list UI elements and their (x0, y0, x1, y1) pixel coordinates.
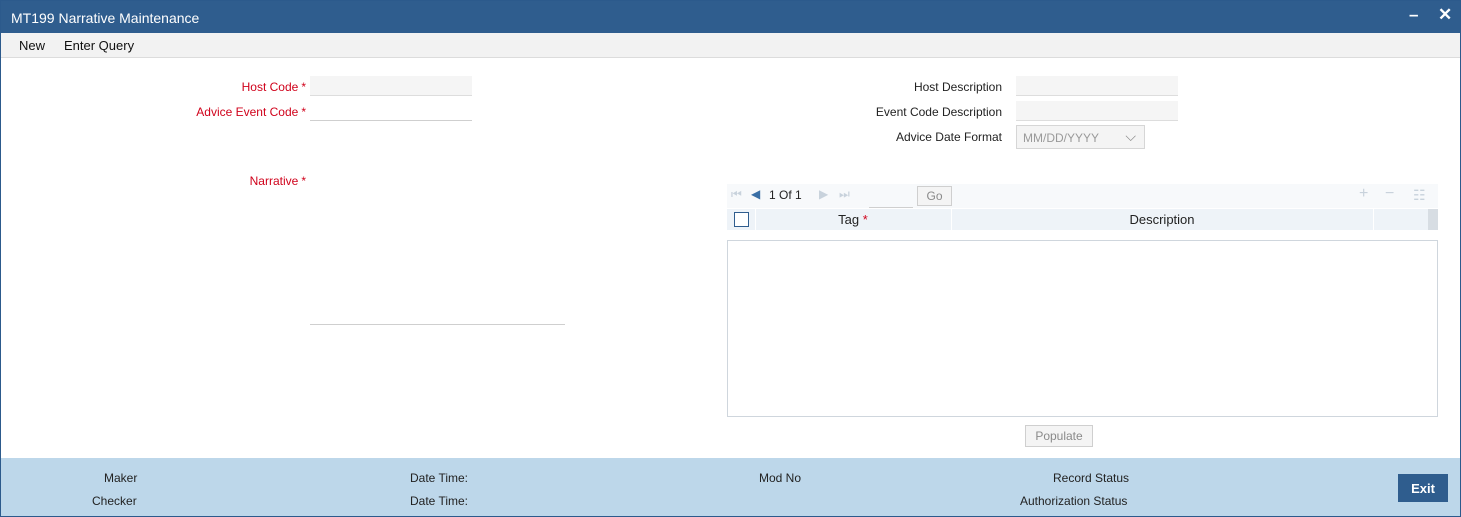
record-status-label: Record Status (1053, 471, 1130, 485)
narrative-textarea[interactable] (310, 174, 565, 325)
minimize-icon[interactable]: – (1409, 5, 1418, 25)
event-code-description-field[interactable] (1016, 101, 1178, 121)
title-bar: MT199 Narrative Maintenance – ✕ (1, 1, 1460, 33)
enter-query-menu-item[interactable]: Enter Query (64, 38, 134, 53)
advice-date-format-label: Advice Date Format (895, 130, 1002, 144)
mod-no-label: Mod No (759, 471, 802, 485)
window-title: MT199 Narrative Maintenance (11, 10, 200, 26)
event-code-description-label: Event Code Description (875, 105, 1002, 119)
authorization-status-label: Authorization Status (1020, 494, 1128, 508)
chevron-down-icon: ⌵ (1125, 128, 1136, 144)
grid-toolbar: ⏮ ◀ 1 Of 1 ▶ ⏭ Go + − ☷ (727, 184, 1438, 208)
close-icon[interactable]: ✕ (1438, 5, 1452, 25)
go-button[interactable]: Go (917, 186, 952, 206)
grid-body (727, 240, 1438, 417)
host-description-field[interactable] (1016, 76, 1178, 96)
next-page-icon[interactable]: ▶ (819, 187, 828, 201)
advice-event-code-field[interactable] (310, 101, 472, 121)
first-page-icon[interactable]: ⏮ (731, 187, 742, 202)
pager-text: 1 Of 1 (769, 188, 802, 202)
host-code-label: Host Code * (241, 80, 306, 94)
checker-label: Checker (92, 494, 137, 508)
single-view-icon[interactable]: ☷ (1413, 187, 1426, 204)
tag-grid: ⏮ ◀ 1 Of 1 ▶ ⏭ Go + − ☷ Tag * Descriptio… (727, 184, 1438, 417)
add-row-icon[interactable]: + (1359, 185, 1368, 203)
previous-page-icon[interactable]: ◀ (751, 187, 760, 201)
maker-date-time-label: Date Time: (410, 471, 469, 485)
host-code-field[interactable] (310, 76, 472, 96)
populate-button[interactable]: Populate (1025, 425, 1093, 447)
tag-column-header: Tag * (838, 212, 868, 227)
column-divider (1373, 209, 1374, 230)
new-menu-item[interactable]: New (19, 38, 45, 53)
host-description-label: Host Description (913, 80, 1002, 94)
window: MT199 Narrative Maintenance – ✕ New Ente… (0, 0, 1461, 517)
menu-bar: New Enter Query (1, 33, 1460, 58)
select-all-checkbox[interactable] (734, 212, 749, 227)
grid-header: Tag * Description (727, 209, 1438, 230)
description-column-header: Description (1129, 212, 1195, 227)
exit-button[interactable]: Exit (1398, 474, 1448, 502)
narrative-label: Narrative * (249, 174, 306, 188)
grid-scrollbar[interactable] (1428, 209, 1438, 230)
checker-date-time-label: Date Time: (410, 494, 469, 508)
audit-footer: Maker Checker Date Time: Date Time: Mod … (1, 458, 1460, 516)
last-page-icon[interactable]: ⏭ (839, 187, 850, 202)
maker-label: Maker (104, 471, 138, 485)
page-number-input[interactable] (869, 187, 913, 208)
advice-event-code-label: Advice Event Code * (196, 105, 306, 119)
delete-row-icon[interactable]: − (1385, 185, 1394, 203)
advice-date-format-value: MM/DD/YYYY (1023, 131, 1100, 145)
advice-date-format-select[interactable]: MM/DD/YYYY ⌵ (1016, 125, 1145, 149)
